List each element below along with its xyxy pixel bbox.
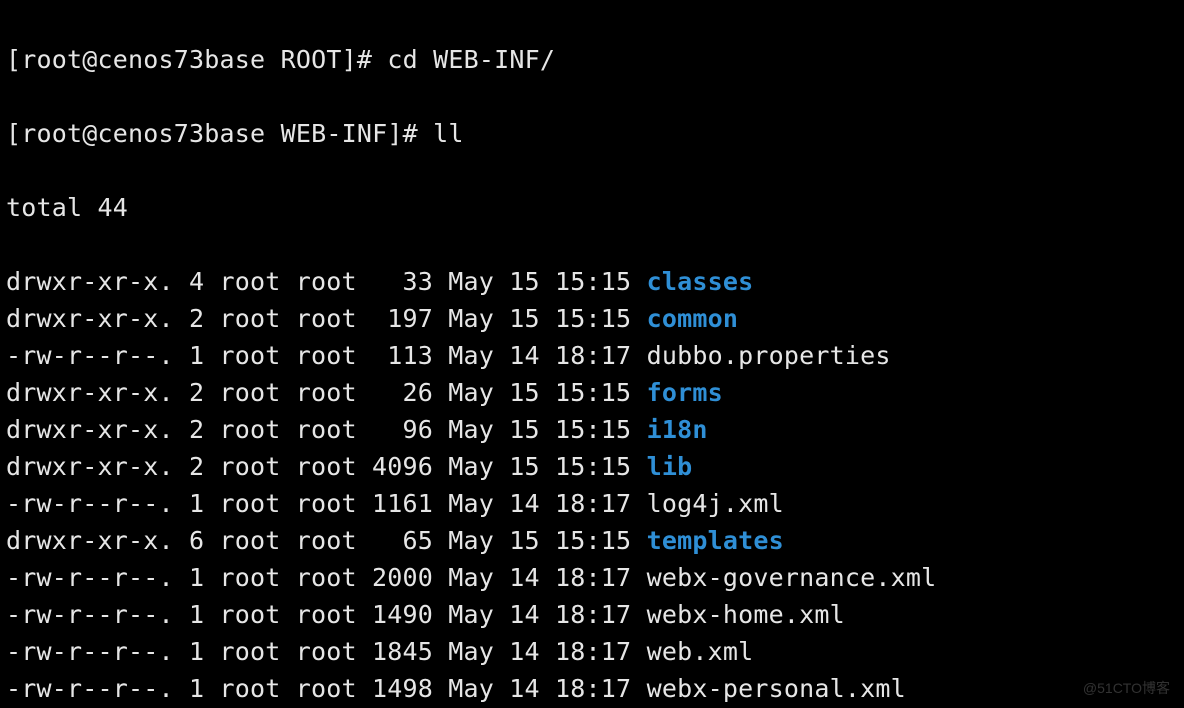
listing-meta: drwxr-xr-x. 2 root root 26 May 15 15:15 — [6, 378, 647, 407]
listing-row: -rw-r--r--. 1 root root 1845 May 14 18:1… — [6, 633, 1178, 670]
file-name: web.xml — [647, 637, 754, 666]
file-name: dubbo.properties — [647, 341, 891, 370]
listing-row: drwxr-xr-x. 4 root root 33 May 15 15:15 … — [6, 263, 1178, 300]
listing-row: -rw-r--r--. 1 root root 1161 May 14 18:1… — [6, 485, 1178, 522]
listing-meta: drwxr-xr-x. 2 root root 4096 May 15 15:1… — [6, 452, 647, 481]
listing-meta: -rw-r--r--. 1 root root 1490 May 14 18:1… — [6, 600, 647, 629]
command-1: ll — [433, 119, 464, 148]
listing-meta: -rw-r--r--. 1 root root 1498 May 14 18:1… — [6, 674, 647, 703]
listing-row: drwxr-xr-x. 2 root root 96 May 15 15:15 … — [6, 411, 1178, 448]
directory-name: lib — [647, 452, 693, 481]
file-name: log4j.xml — [647, 489, 784, 518]
prompt-line-1: [root@cenos73base WEB-INF]# ll — [6, 115, 1178, 152]
directory-name: forms — [647, 378, 723, 407]
listing-row: -rw-r--r--. 1 root root 1498 May 14 18:1… — [6, 670, 1178, 707]
prompt-line-0: [root@cenos73base ROOT]# cd WEB-INF/ — [6, 41, 1178, 78]
listing-row: -rw-r--r--. 1 root root 2000 May 14 18:1… — [6, 559, 1178, 596]
total-line: total 44 — [6, 189, 1178, 226]
listing-meta: drwxr-xr-x. 2 root root 197 May 15 15:15 — [6, 304, 647, 333]
directory-name: common — [647, 304, 739, 333]
listing-row: -rw-r--r--. 1 root root 1490 May 14 18:1… — [6, 596, 1178, 633]
listing-meta: -rw-r--r--. 1 root root 1845 May 14 18:1… — [6, 637, 647, 666]
listing-meta: -rw-r--r--. 1 root root 1161 May 14 18:1… — [6, 489, 647, 518]
file-name: webx-personal.xml — [647, 674, 906, 703]
terminal[interactable]: [root@cenos73base ROOT]# cd WEB-INF/ [ro… — [0, 0, 1184, 708]
listing-row: drwxr-xr-x. 2 root root 26 May 15 15:15 … — [6, 374, 1178, 411]
listing-meta: drwxr-xr-x. 6 root root 65 May 15 15:15 — [6, 526, 647, 555]
listing-row: drwxr-xr-x. 6 root root 65 May 15 15:15 … — [6, 522, 1178, 559]
listing-meta: drwxr-xr-x. 4 root root 33 May 15 15:15 — [6, 267, 647, 296]
listing-meta: -rw-r--r--. 1 root root 2000 May 14 18:1… — [6, 563, 647, 592]
command-0: cd WEB-INF/ — [387, 45, 555, 74]
directory-name: i18n — [647, 415, 708, 444]
listing-meta: drwxr-xr-x. 2 root root 96 May 15 15:15 — [6, 415, 647, 444]
listing-meta: -rw-r--r--. 1 root root 113 May 14 18:17 — [6, 341, 647, 370]
listing-row: drwxr-xr-x. 2 root root 4096 May 15 15:1… — [6, 448, 1178, 485]
listing-row: -rw-r--r--. 1 root root 113 May 14 18:17… — [6, 337, 1178, 374]
file-name: webx-governance.xml — [647, 563, 937, 592]
listing-row: drwxr-xr-x. 2 root root 197 May 15 15:15… — [6, 300, 1178, 337]
file-name: webx-home.xml — [647, 600, 845, 629]
directory-name: templates — [647, 526, 784, 555]
directory-name: classes — [647, 267, 754, 296]
